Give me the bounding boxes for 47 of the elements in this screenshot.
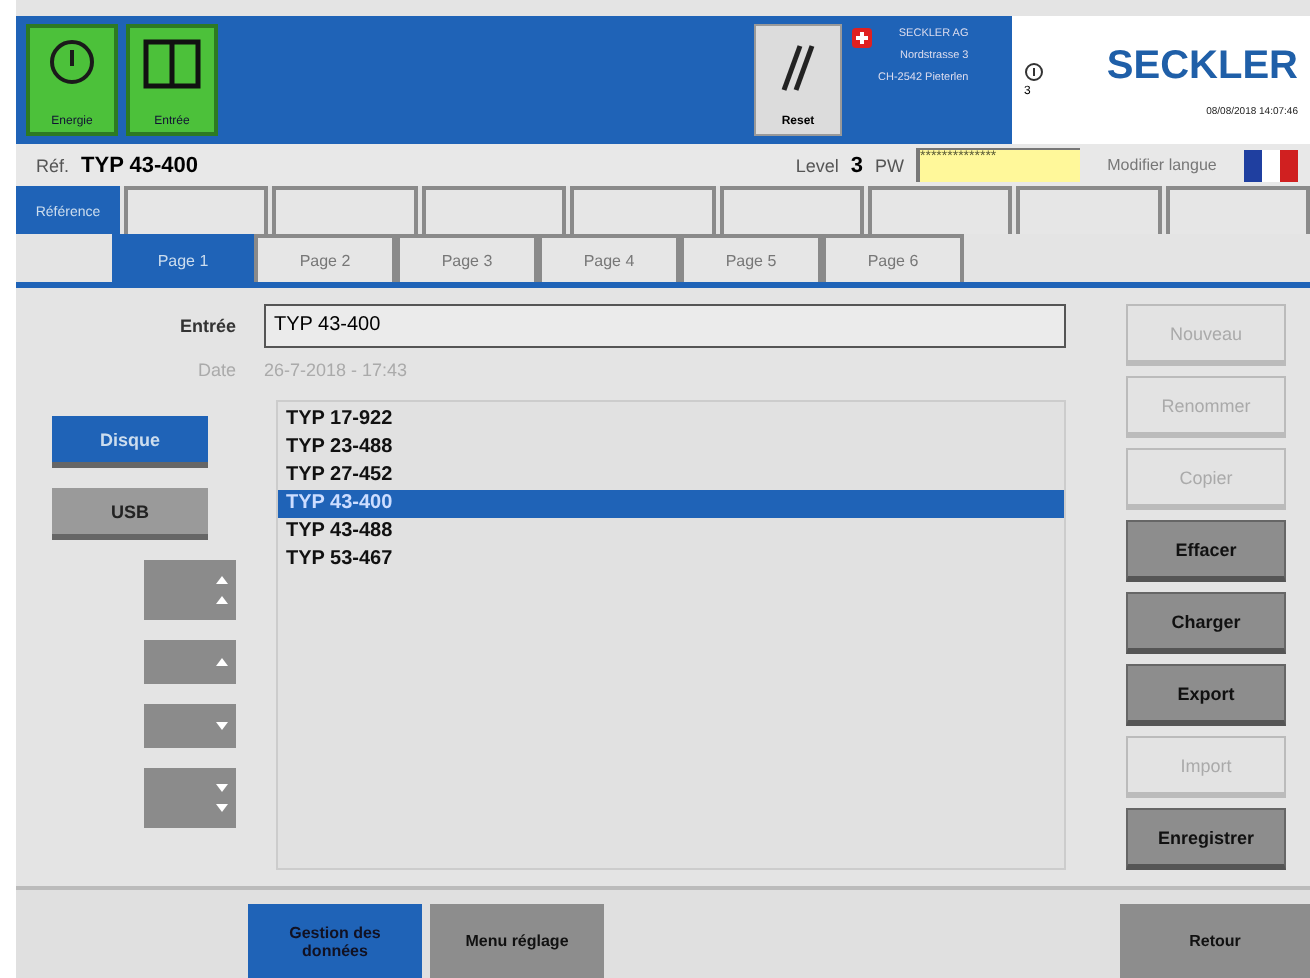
tab[interactable] (124, 186, 269, 235)
company-logo: SECKLER (1106, 43, 1298, 90)
action-button[interactable]: Enregistrer (1126, 808, 1286, 870)
file-item[interactable]: TYP 53-467 (278, 546, 1064, 574)
action-button[interactable]: Effacer (1126, 520, 1286, 582)
tab[interactable] (570, 186, 715, 235)
language-label: Modifier langue (1105, 156, 1219, 175)
tab[interactable] (1016, 186, 1162, 235)
entry-field[interactable]: TYP 43-400 (264, 304, 1066, 348)
up-arrow-icon (214, 654, 230, 670)
slash-icon (776, 42, 820, 94)
file-item[interactable]: TYP 43-400 (278, 490, 1064, 518)
page-tab[interactable]: Page 1 (112, 234, 254, 282)
storage-button[interactable]: USB (52, 488, 208, 540)
tab[interactable] (272, 186, 418, 235)
action-button[interactable]: Export (1126, 664, 1286, 726)
back-button[interactable]: Retour (1120, 904, 1310, 978)
down-arrow-icon (214, 718, 230, 734)
french-flag-icon[interactable] (1244, 149, 1298, 182)
ref-value: TYP 43-400 (81, 153, 199, 178)
file-item[interactable]: TYP 27-452 (278, 462, 1064, 490)
date-value: 26-7-2018 - 17:43 (264, 360, 408, 380)
tab[interactable] (421, 186, 567, 235)
page-tab[interactable]: Page 4 (538, 234, 680, 282)
action-button[interactable]: Charger (1126, 592, 1286, 654)
page-tab[interactable]: Page 2 (254, 234, 396, 282)
page-tab[interactable]: Page 5 (680, 234, 822, 282)
page-tab[interactable]: Page 3 (396, 234, 538, 282)
level-label: Level (795, 155, 839, 176)
tab[interactable] (867, 186, 1013, 235)
file-item[interactable]: TYP 43-488 (278, 518, 1064, 546)
entry-label: Entrée (177, 316, 236, 336)
storage-button[interactable]: Disque (52, 416, 208, 468)
ref-label: Réf. (36, 155, 70, 176)
file-item[interactable]: TYP 23-488 (278, 434, 1064, 462)
file-item[interactable]: TYP 17-922 (278, 406, 1064, 434)
swiss-flag-icon (852, 28, 872, 48)
nav-button[interactable]: Menu réglage (430, 904, 604, 978)
nav-button[interactable]: Gestion des données (248, 904, 422, 978)
level-value: 3 (850, 153, 863, 178)
split-window-icon (142, 38, 202, 90)
info-icon (1024, 62, 1044, 83)
tab[interactable] (719, 186, 864, 235)
date-label: Date (195, 360, 236, 380)
page-tab[interactable]: Page 6 (822, 234, 964, 282)
power-icon (48, 38, 96, 86)
pw-label: PW (875, 155, 904, 176)
